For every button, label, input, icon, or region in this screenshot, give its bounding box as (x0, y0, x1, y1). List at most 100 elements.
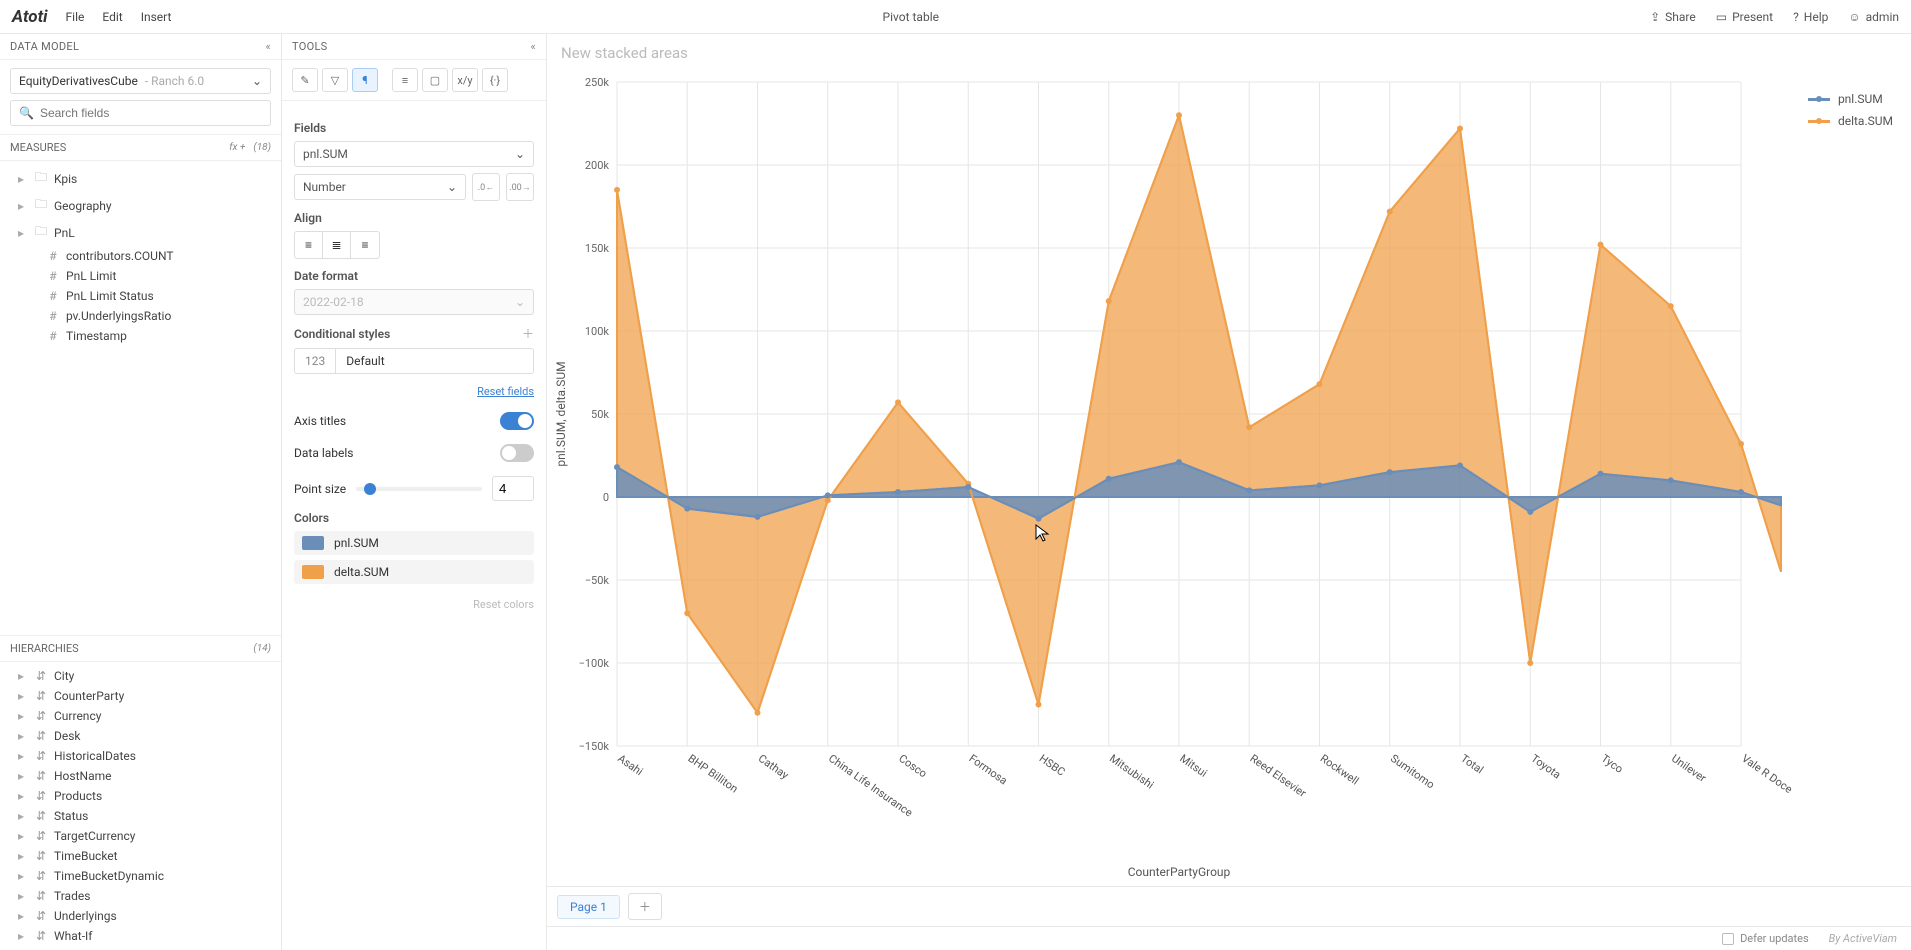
hierarchy-item[interactable]: ▸⇵HistoricalDates (0, 746, 281, 766)
tool-style-icon[interactable]: ¶ (352, 68, 378, 92)
collapse-tools-icon[interactable]: « (531, 40, 536, 53)
point-size-slider[interactable] (356, 487, 482, 491)
decimals-less-button[interactable]: .0← (472, 173, 500, 201)
format-select[interactable]: Number⌄ (294, 174, 466, 200)
hierarchy-item[interactable]: ▸⇵TimeBucket (0, 846, 281, 866)
svg-text:−100k: −100k (579, 657, 610, 670)
user-icon: ☺ (1848, 10, 1860, 24)
hierarchy-icon: ⇵ (34, 809, 48, 823)
svg-text:Toyota: Toyota (1529, 752, 1564, 782)
search-fields[interactable]: 🔍 (10, 100, 271, 126)
hierarchy-item[interactable]: ▸⇵TargetCurrency (0, 826, 281, 846)
chevron-down-icon: ⌄ (252, 74, 262, 88)
defer-updates-checkbox[interactable] (1722, 933, 1734, 945)
measures-count: (18) (253, 142, 271, 153)
date-format-select: 2022-02-18⌄ (294, 289, 534, 315)
tool-brackets-icon[interactable]: {·} (482, 68, 508, 92)
folder-icon: 🗀 (34, 222, 48, 243)
hierarchy-item[interactable]: ▸⇵Underlyings (0, 906, 281, 926)
svg-text:0: 0 (603, 491, 609, 504)
hierarchy-icon: ⇵ (34, 689, 48, 703)
tool-edit-icon[interactable]: ✎ (292, 68, 318, 92)
hierarchy-item[interactable]: ▸⇵Trades (0, 886, 281, 906)
svg-text:Sumitomo: Sumitomo (1388, 752, 1437, 792)
tool-xy-icon[interactable]: x/y (452, 68, 478, 92)
search-input[interactable] (40, 106, 262, 120)
svg-text:Formosa: Formosa (967, 752, 1010, 788)
color-delta[interactable]: delta.SUM (294, 560, 534, 584)
svg-text:Mitsubishi: Mitsubishi (1107, 752, 1156, 792)
svg-text:Tyco: Tyco (1599, 752, 1626, 776)
point-size-input[interactable] (492, 476, 534, 501)
svg-text:50k: 50k (591, 408, 609, 421)
point-size-label: Point size (294, 482, 346, 496)
menu-insert[interactable]: Insert (141, 10, 172, 24)
menu-edit[interactable]: Edit (102, 10, 122, 24)
svg-text:Mitsui: Mitsui (1177, 752, 1209, 780)
measure-item[interactable]: ▸🗀Kpis (0, 165, 281, 192)
conditional-style-row[interactable]: 123 Default (294, 348, 534, 374)
add-tab-button[interactable]: ＋ (628, 893, 662, 920)
measure-item[interactable]: #PnL Limit (0, 266, 281, 286)
reset-colors-link[interactable]: Reset colors (294, 598, 534, 611)
hierarchy-icon: ⇵ (34, 789, 48, 803)
hierarchy-item[interactable]: ▸⇵CounterParty (0, 686, 281, 706)
tab-page1[interactable]: Page 1 (557, 895, 620, 919)
svg-text:250k: 250k (585, 76, 610, 89)
data-labels-toggle[interactable] (500, 444, 534, 462)
measures-header: MEASURES (10, 141, 66, 154)
hierarchy-icon: ⇵ (34, 749, 48, 763)
tool-filter-icon[interactable]: ▽ (322, 68, 348, 92)
legend-delta[interactable]: delta.SUM (1808, 114, 1893, 128)
decimals-more-button[interactable]: .00→ (506, 173, 534, 201)
hash-icon: # (46, 289, 60, 303)
byline: By ActiveViam (1829, 932, 1897, 945)
collapse-data-model-icon[interactable]: « (266, 40, 271, 53)
measure-item[interactable]: #PnL Limit Status (0, 286, 281, 306)
hierarchies-count: (14) (253, 643, 271, 654)
help-button[interactable]: ?Help (1793, 10, 1828, 24)
hierarchies-header: HIERARCHIES (10, 642, 79, 655)
tool-settings-icon[interactable]: ≡ (392, 68, 418, 92)
svg-text:−50k: −50k (585, 574, 610, 587)
share-button[interactable]: ⇪Share (1650, 10, 1696, 24)
field-select[interactable]: pnl.SUM⌄ (294, 141, 534, 167)
chevron-down-icon: ⌄ (515, 295, 525, 309)
hierarchy-item[interactable]: ▸⇵HostName (0, 766, 281, 786)
hierarchy-item[interactable]: ▸⇵What-If (0, 926, 281, 946)
menubar: Atoti File Edit Insert Pivot table ⇪Shar… (0, 0, 1911, 34)
search-icon: 🔍 (19, 106, 34, 120)
hash-icon: # (46, 329, 60, 343)
align-left-button[interactable]: ≡ (295, 232, 323, 258)
measure-item[interactable]: #pv.UnderlyingsRatio (0, 306, 281, 326)
hash-icon: # (46, 249, 60, 263)
hierarchy-item[interactable]: ▸⇵TimeBucketDynamic (0, 866, 281, 886)
hierarchy-icon: ⇵ (34, 829, 48, 843)
measure-item[interactable]: ▸🗀Geography (0, 192, 281, 219)
align-center-button[interactable]: ≣ (323, 232, 351, 258)
measure-item[interactable]: ▸🗀PnL (0, 219, 281, 246)
cube-selector[interactable]: EquityDerivativesCube - Ranch 6.0 ⌄ (10, 68, 271, 94)
hierarchy-item[interactable]: ▸⇵Currency (0, 706, 281, 726)
present-button[interactable]: ▭Present (1716, 10, 1773, 24)
user-menu[interactable]: ☺admin (1848, 10, 1899, 24)
tool-grid-icon[interactable]: ▢ (422, 68, 448, 92)
menu-file[interactable]: File (66, 10, 85, 24)
conditional-styles-label: Conditional styles (294, 327, 390, 341)
reset-fields-link[interactable]: Reset fields (477, 385, 534, 398)
hierarchy-icon: ⇵ (34, 669, 48, 683)
add-conditional-style-button[interactable]: ＋ (522, 325, 534, 342)
hierarchy-item[interactable]: ▸⇵City (0, 666, 281, 686)
axis-titles-label: Axis titles (294, 414, 346, 428)
axis-titles-toggle[interactable] (500, 412, 534, 430)
hierarchy-item[interactable]: ▸⇵Status (0, 806, 281, 826)
measure-item[interactable]: #Timestamp (0, 326, 281, 346)
measure-item[interactable]: #contributors.COUNT (0, 246, 281, 266)
color-pnl[interactable]: pnl.SUM (294, 531, 534, 555)
hash-icon: # (46, 309, 60, 323)
align-right-button[interactable]: ≡ (351, 232, 379, 258)
legend-pnl[interactable]: pnl.SUM (1808, 92, 1893, 106)
hierarchy-item[interactable]: ▸⇵Desk (0, 726, 281, 746)
hierarchy-item[interactable]: ▸⇵Products (0, 786, 281, 806)
fx-button[interactable]: fx + (229, 142, 245, 153)
